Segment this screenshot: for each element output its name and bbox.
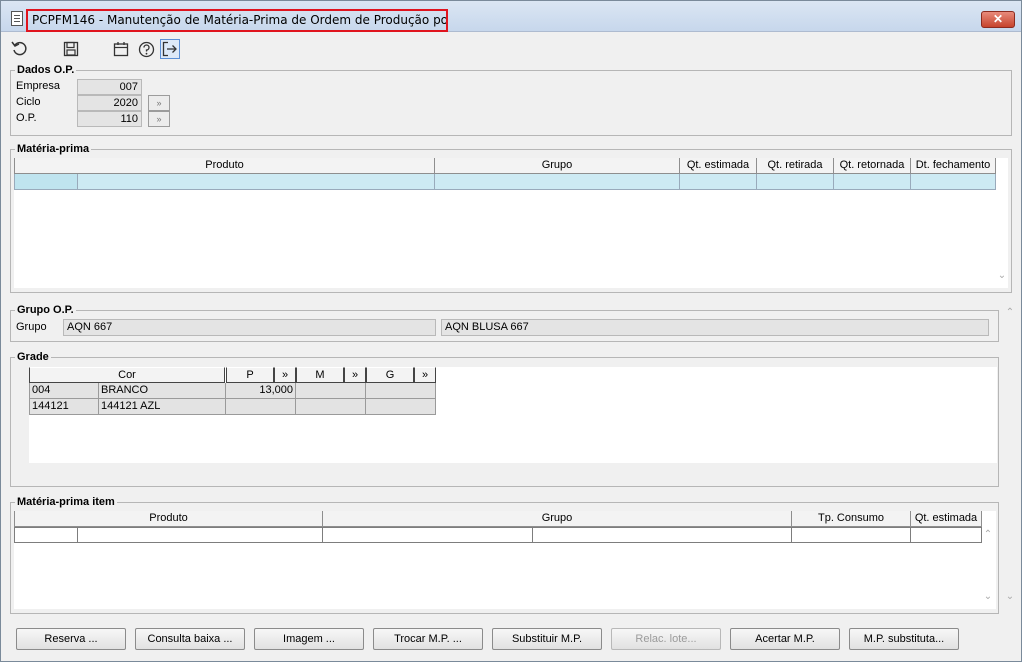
- grade-row-g[interactable]: [366, 399, 436, 415]
- calendar-icon[interactable]: [111, 39, 131, 59]
- col-produto[interactable]: Produto: [14, 511, 323, 527]
- col-m-expand[interactable]: »: [344, 367, 366, 383]
- materia-prima-item-label: Matéria-prima item: [15, 496, 117, 508]
- trocar-mp-button[interactable]: Trocar M.P. ...: [373, 628, 483, 650]
- imagem-button[interactable]: Imagem ...: [254, 628, 364, 650]
- col-p[interactable]: P: [226, 367, 274, 383]
- table-row-cell[interactable]: [911, 174, 996, 190]
- table-row-cell[interactable]: [323, 527, 533, 543]
- table-row-cell[interactable]: [911, 527, 982, 543]
- grade-row-m[interactable]: [296, 399, 366, 415]
- table-row-cell[interactable]: [435, 174, 680, 190]
- col-g-expand[interactable]: »: [414, 367, 436, 383]
- consulta-baixa-button[interactable]: Consulta baixa ...: [135, 628, 245, 650]
- table-row-cell[interactable]: [757, 174, 834, 190]
- main-window: PCPFM146 - Manutenção de Matéria-Prima d…: [0, 0, 1022, 662]
- col-qt-estimada[interactable]: Qt. estimada: [680, 158, 757, 174]
- grade-row-code[interactable]: 004: [29, 383, 99, 399]
- mp-substituta-button[interactable]: M.P. substituta...: [849, 628, 959, 650]
- materia-prima-header: Produto Grupo Qt. estimada Qt. retirada …: [14, 158, 1008, 174]
- col-tp-consumo[interactable]: Tp. Consumo: [792, 511, 911, 527]
- col-m[interactable]: M: [296, 367, 344, 383]
- table-row-cell[interactable]: [78, 527, 323, 543]
- grade-row-name[interactable]: 144121 AZL: [99, 399, 226, 415]
- empresa-label: Empresa: [16, 80, 61, 92]
- dados-op-label: Dados O.P.: [15, 64, 77, 76]
- materia-prima-group: Matéria-prima Produto Grupo Qt. estimada…: [10, 143, 1012, 293]
- reserva-button[interactable]: Reserva ...: [16, 628, 126, 650]
- scroll-down-icon[interactable]: ⌄: [1005, 591, 1015, 602]
- op-field: 110: [77, 111, 142, 127]
- grade-row-m[interactable]: [296, 383, 366, 399]
- table-row-cell[interactable]: [533, 527, 792, 543]
- exit-icon[interactable]: [160, 39, 180, 59]
- grade-grid[interactable]: Cor P » M » G » 004 BRANCO 13,000 144121…: [29, 367, 997, 463]
- op-label: O.P.: [16, 112, 37, 124]
- undo-icon[interactable]: [10, 39, 30, 59]
- table-row-cell[interactable]: [14, 174, 78, 190]
- grade-row-name[interactable]: BRANCO: [99, 383, 226, 399]
- materia-prima-item-grid[interactable]: Produto Grupo Tp. Consumo Qt. estimada ⌃…: [14, 511, 996, 609]
- ciclo-label: Ciclo: [16, 96, 41, 108]
- op-lookup-button[interactable]: »: [148, 111, 170, 127]
- ciclo-field: 2020: [77, 95, 142, 111]
- grade-group: Grade Cor P » M » G » 004 BRANCO 13,000 …: [10, 351, 999, 487]
- substituir-mp-button[interactable]: Substituir M.P.: [492, 628, 602, 650]
- grade-row-p[interactable]: 13,000: [226, 383, 296, 399]
- materia-prima-label: Matéria-prima: [15, 143, 92, 155]
- materia-prima-item-group: Matéria-prima item Produto Grupo Tp. Con…: [10, 496, 999, 614]
- grupo-op-group: Grupo O.P. Grupo AQN 667 AQN BLUSA 667: [10, 304, 999, 342]
- grupo-desc-field: AQN BLUSA 667: [441, 319, 989, 336]
- scroll-down-icon[interactable]: ⌄: [983, 591, 993, 602]
- acertar-mp-button[interactable]: Acertar M.P.: [730, 628, 840, 650]
- document-icon: [11, 11, 23, 26]
- dados-op-group: Dados O.P. Empresa 007 Ciclo 2020 » O.P.…: [10, 64, 1012, 136]
- scroll-up-icon[interactable]: ⌃: [983, 529, 993, 540]
- col-g[interactable]: G: [366, 367, 414, 383]
- close-button[interactable]: ✕: [981, 11, 1015, 28]
- table-row-cell[interactable]: [78, 174, 435, 190]
- save-icon[interactable]: [61, 39, 81, 59]
- materia-prima-grid[interactable]: Produto Grupo Qt. estimada Qt. retirada …: [14, 158, 1008, 288]
- ciclo-lookup-button[interactable]: »: [148, 95, 170, 111]
- toolbar: [1, 37, 1021, 61]
- col-cor[interactable]: Cor: [29, 367, 225, 383]
- grade-row-g[interactable]: [366, 383, 436, 399]
- scroll-up-icon[interactable]: ⌃: [1005, 307, 1015, 318]
- col-grupo[interactable]: Grupo: [323, 511, 792, 527]
- title-bar: PCPFM146 - Manutenção de Matéria-Prima d…: [1, 1, 1021, 32]
- col-grupo[interactable]: Grupo: [435, 158, 680, 174]
- table-row-cell[interactable]: [834, 174, 911, 190]
- table-row-cell[interactable]: [792, 527, 911, 543]
- help-icon[interactable]: [136, 39, 156, 59]
- grade-row-code[interactable]: 144121: [29, 399, 99, 415]
- window-title: PCPFM146 - Manutenção de Matéria-Prima d…: [26, 9, 448, 32]
- table-row-cell[interactable]: [14, 527, 78, 543]
- grupo-label: Grupo: [16, 321, 47, 333]
- empresa-field: 007: [77, 79, 142, 95]
- col-qt-retornada[interactable]: Qt. retornada: [834, 158, 911, 174]
- grupo-op-label: Grupo O.P.: [15, 304, 76, 316]
- grade-label: Grade: [15, 351, 51, 363]
- relac-lote-button[interactable]: Relac. lote...: [611, 628, 721, 650]
- col-dt-fechamento[interactable]: Dt. fechamento: [911, 158, 996, 174]
- col-qt-retirada[interactable]: Qt. retirada: [757, 158, 834, 174]
- grade-row-p[interactable]: [226, 399, 296, 415]
- grupo-code-field: AQN 667: [63, 319, 436, 336]
- col-produto[interactable]: Produto: [14, 158, 435, 174]
- col-p-expand[interactable]: »: [274, 367, 296, 383]
- col-qt-estimada[interactable]: Qt. estimada: [911, 511, 982, 527]
- table-row-cell[interactable]: [680, 174, 757, 190]
- scroll-down-icon[interactable]: ⌄: [997, 270, 1007, 281]
